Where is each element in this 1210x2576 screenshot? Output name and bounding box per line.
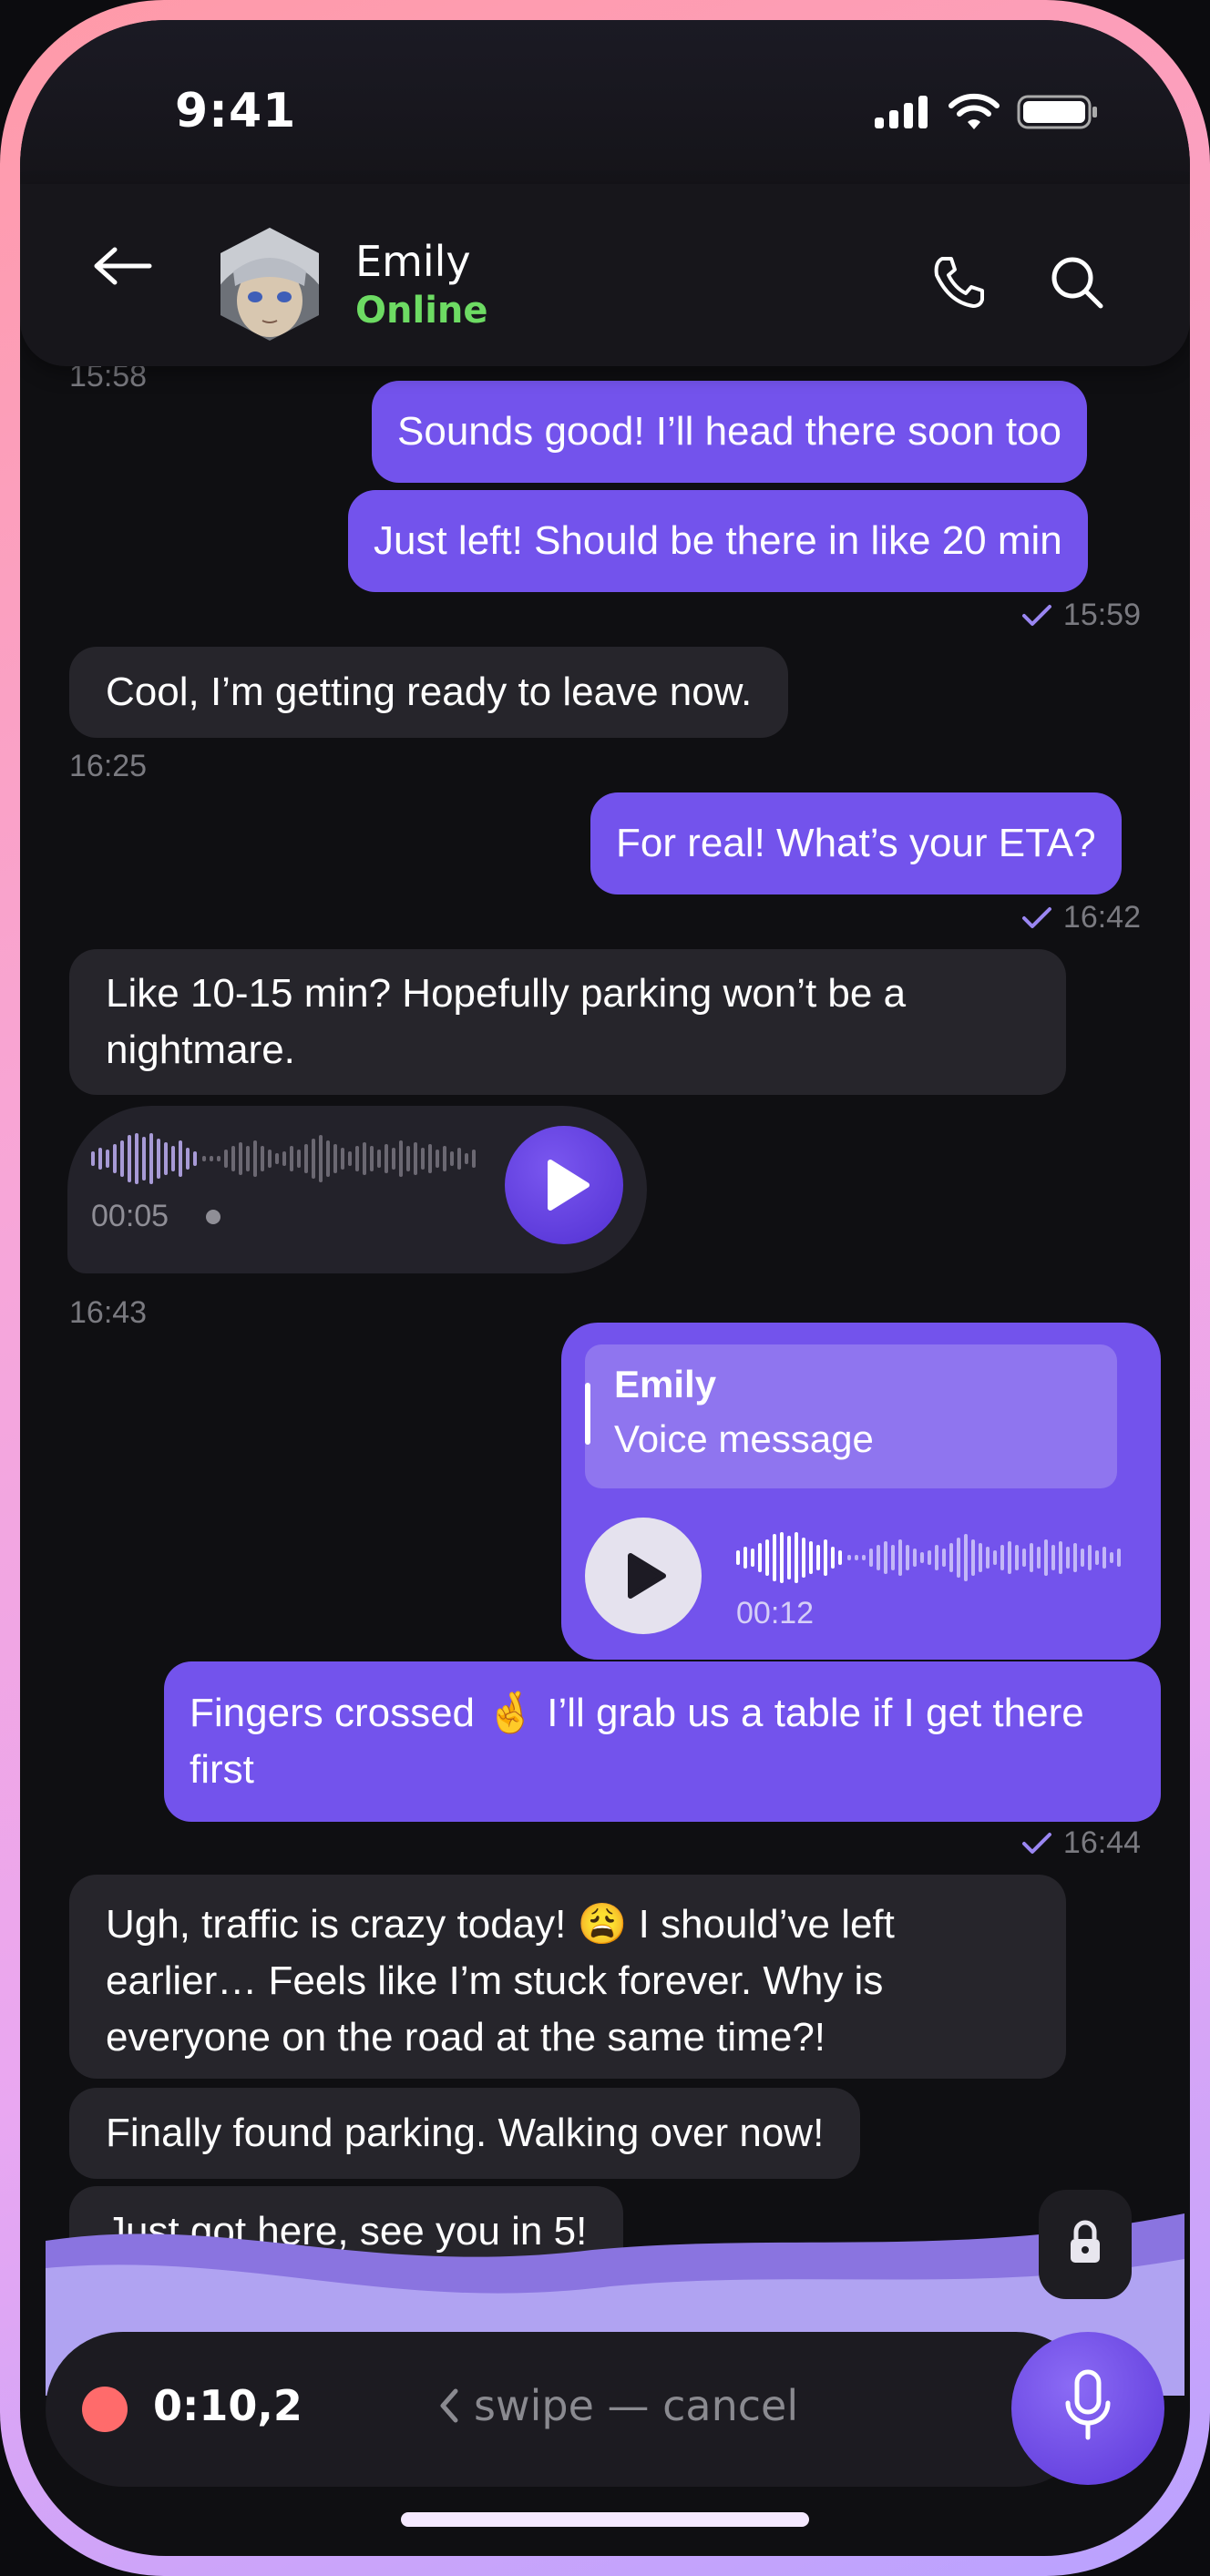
swipe-hint: swipe — cancel [474, 2381, 799, 2430]
battery-icon [1017, 95, 1097, 129]
outgoing-message[interactable]: Fingers crossed 🤞 I’ll grab us a table i… [164, 1661, 1161, 1822]
reply-quote[interactable]: Emily Voice message [585, 1344, 1117, 1488]
outgoing-message[interactable]: For real! What’s your ETA? [590, 792, 1122, 894]
play-icon [548, 1160, 590, 1211]
record-lock-button[interactable] [1039, 2190, 1132, 2299]
message-meta: 16:44 [1021, 1825, 1141, 1861]
outgoing-message[interactable]: Sounds good! I’ll head there soon too [372, 381, 1087, 483]
incoming-message[interactable]: Like 10-15 min? Hopefully parking won’t … [69, 949, 1066, 1095]
message-timestamp: 16:43 [69, 1295, 148, 1330]
play-button[interactable] [505, 1126, 623, 1244]
reply-bar [585, 1383, 590, 1445]
record-microphone-button[interactable] [1011, 2332, 1164, 2485]
message-list[interactable]: 15:58 Sounds good! I’ll head there soon … [20, 20, 1190, 2556]
message-text: Ugh, traffic is crazy today! 😩 I should’… [106, 1902, 895, 2060]
reply-author: Emily [614, 1363, 717, 1406]
phone-screen: 15:58 Sounds good! I’ll head there soon … [20, 20, 1190, 2556]
outgoing-voice-message[interactable]: Emily Voice message 00:12 [561, 1323, 1161, 1660]
message-meta: 16:42 [1021, 900, 1141, 935]
message-text: Cool, I’m getting ready to leave now. [106, 670, 753, 714]
chevron-left-icon [440, 2388, 458, 2423]
message-text: Just left! Should be there in like 20 mi… [374, 518, 1062, 563]
message-text: Sounds good! I’ll head there soon too [397, 409, 1061, 454]
incoming-message[interactable]: Finally found parking. Walking over now! [69, 2088, 861, 2179]
message-text: Fingers crossed 🤞 I’ll grab us a table i… [190, 1691, 1084, 1792]
lock-icon [1071, 2220, 1100, 2263]
waveform [736, 1532, 1121, 1583]
message-text: For real! What’s your ETA? [616, 821, 1096, 865]
swipe-to-cancel[interactable]: swipe — cancel [437, 2381, 798, 2430]
unplayed-dot [206, 1210, 220, 1224]
play-button[interactable] [585, 1518, 702, 1634]
read-check-icon [1021, 604, 1051, 626]
voice-duration: 00:05 [91, 1199, 169, 1233]
message-meta: 15:59 [1021, 598, 1141, 633]
wifi-icon [949, 93, 1000, 129]
outgoing-message[interactable]: Just left! Should be there in like 20 mi… [348, 490, 1088, 592]
read-check-icon [1021, 906, 1051, 928]
home-indicator[interactable] [401, 2512, 809, 2527]
status-bar: 9:41 [20, 20, 1190, 184]
message-timestamp: 16:44 [1062, 1825, 1141, 1860]
read-check-icon [1021, 1832, 1051, 1854]
incoming-voice-message[interactable]: 00:05 [67, 1106, 647, 1273]
waveform [91, 1133, 476, 1184]
contact-name[interactable]: Emily [355, 237, 471, 286]
search-icon[interactable] [1048, 253, 1106, 312]
device-frame: 15:58 Sounds good! I’ll head there soon … [0, 0, 1210, 2576]
contact-status: Online [355, 290, 488, 332]
message-timestamp: 16:42 [1062, 900, 1141, 935]
voice-duration: 00:12 [736, 1596, 815, 1630]
incoming-message[interactable]: Cool, I’m getting ready to leave now. [69, 647, 789, 738]
chat-header: Emily Online [20, 184, 1190, 366]
cellular-signal-icon [875, 96, 928, 128]
status-time: 9:41 [175, 84, 297, 138]
avatar[interactable] [213, 226, 326, 342]
play-icon [628, 1553, 666, 1599]
recording-indicator [82, 2387, 128, 2432]
recording-elapsed: 0:10,2 [153, 2381, 302, 2430]
recording-bar: 0:10,2 swipe — cancel [46, 2332, 1093, 2487]
phone-call-icon[interactable] [929, 253, 988, 312]
message-text: Finally found parking. Walking over now! [106, 2111, 825, 2155]
back-arrow-icon[interactable] [93, 246, 153, 286]
message-timestamp: 16:25 [69, 749, 148, 783]
reply-snippet: Voice message [614, 1417, 874, 1460]
incoming-message[interactable]: Ugh, traffic is crazy today! 😩 I should’… [69, 1875, 1066, 2079]
message-text: Like 10-15 min? Hopefully parking won’t … [106, 971, 907, 1072]
microphone-icon [1065, 2369, 1111, 2440]
message-timestamp: 15:59 [1062, 598, 1141, 632]
